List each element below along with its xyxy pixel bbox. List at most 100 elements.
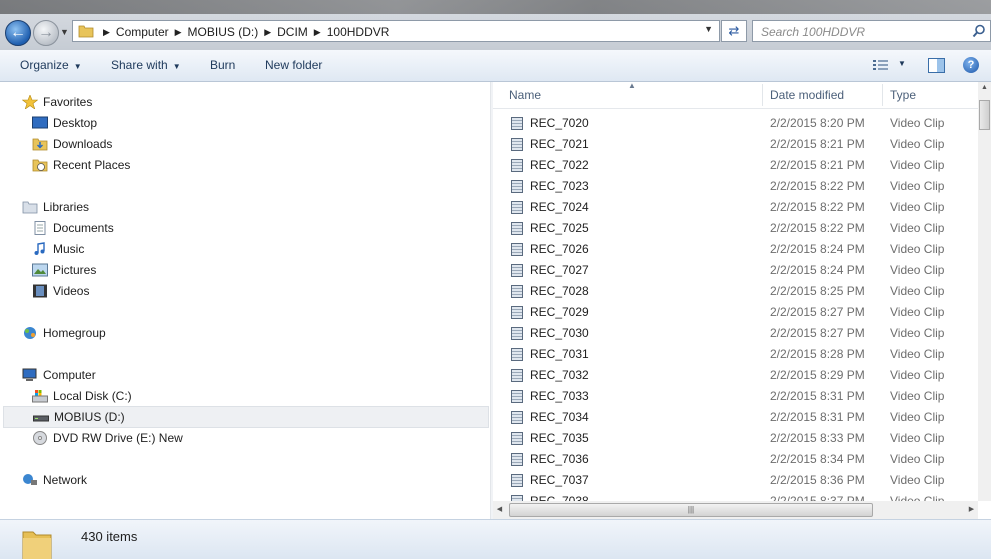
file-type: Video Clip <box>890 326 945 340</box>
table-row[interactable]: REC_7037 2/2/2015 8:36 PM Video Clip <box>493 470 978 491</box>
documents-icon <box>34 221 46 235</box>
table-row[interactable]: REC_7028 2/2/2015 8:25 PM Video Clip <box>493 281 978 302</box>
horizontal-scroll-thumb[interactable]: ||| <box>509 503 873 517</box>
organize-button[interactable]: Organize ▼ <box>20 58 82 72</box>
back-button[interactable]: ← <box>5 20 31 46</box>
file-date-modified: 2/2/2015 8:31 PM <box>770 410 865 424</box>
video-clip-icon <box>511 243 523 256</box>
vertical-scrollbar[interactable]: ▲ <box>978 82 991 501</box>
column-header-date-modified[interactable]: Date modified <box>770 88 844 102</box>
new-folder-button[interactable]: New folder <box>265 58 322 72</box>
file-type: Video Clip <box>890 431 945 445</box>
view-options-icon[interactable] <box>873 59 889 72</box>
video-clip-icon <box>511 411 523 424</box>
file-name: REC_7021 <box>530 137 589 151</box>
table-row[interactable]: REC_7035 2/2/2015 8:33 PM Video Clip <box>493 428 978 449</box>
column-divider[interactable] <box>762 84 763 106</box>
scroll-right-icon[interactable]: ▶ <box>965 505 978 513</box>
homegroup-icon <box>24 327 36 339</box>
table-row[interactable]: REC_7036 2/2/2015 8:34 PM Video Clip <box>493 449 978 470</box>
file-type: Video Clip <box>890 368 945 382</box>
breadcrumb-separator-icon[interactable]: ▶ <box>175 27 182 38</box>
file-date-modified: 2/2/2015 8:24 PM <box>770 263 865 277</box>
breadcrumb-mobius[interactable]: MOBIUS (D:) <box>188 25 259 39</box>
file-date-modified: 2/2/2015 8:34 PM <box>770 452 865 466</box>
videos-icon <box>33 284 47 298</box>
forward-button[interactable]: → <box>33 20 59 46</box>
removable-drive-icon <box>33 415 49 422</box>
star-icon <box>22 95 38 109</box>
file-date-modified: 2/2/2015 8:31 PM <box>770 389 865 403</box>
burn-button[interactable]: Burn <box>210 58 235 72</box>
file-date-modified: 2/2/2015 8:29 PM <box>770 368 865 382</box>
breadcrumb-separator-icon[interactable]: ▶ <box>314 27 321 38</box>
network-icon <box>23 474 37 485</box>
table-row[interactable]: REC_7034 2/2/2015 8:31 PM Video Clip <box>493 407 978 428</box>
file-type: Video Clip <box>890 263 945 277</box>
video-clip-icon <box>511 432 523 445</box>
scroll-left-icon[interactable]: ◀ <box>493 505 506 513</box>
navigation-pane: Favorites Desktop Downloads Recent Place… <box>0 82 490 519</box>
file-list: ▲ Name Date modified Type REC_7020 2/2/20… <box>493 82 991 519</box>
breadcrumb-separator-icon[interactable]: ▶ <box>103 27 110 38</box>
breadcrumb-100hddvr[interactable]: 100HDDVR <box>327 25 390 39</box>
table-row[interactable]: REC_7030 2/2/2015 8:27 PM Video Clip <box>493 323 978 344</box>
table-row[interactable]: REC_7031 2/2/2015 8:28 PM Video Clip <box>493 344 978 365</box>
nav-desktop-label: Desktop <box>53 116 98 130</box>
table-row[interactable]: REC_7032 2/2/2015 8:29 PM Video Clip <box>493 365 978 386</box>
help-icon[interactable]: ? <box>963 57 979 73</box>
column-header-type[interactable]: Type <box>890 88 916 102</box>
table-row[interactable]: REC_7025 2/2/2015 8:22 PM Video Clip <box>493 218 978 239</box>
file-name: REC_7033 <box>530 389 589 403</box>
nav-local-disk-label: Local Disk (C:) <box>53 389 132 403</box>
dvd-drive-icon <box>33 431 47 445</box>
sort-ascending-icon: ▲ <box>628 82 636 90</box>
video-clip-icon <box>511 453 523 466</box>
share-with-button[interactable]: Share with ▼ <box>111 58 181 72</box>
table-row[interactable]: REC_7022 2/2/2015 8:21 PM Video Clip <box>493 155 978 176</box>
recent-pages-dropdown[interactable]: ▼ <box>60 27 69 37</box>
chevron-down-icon: ▼ <box>73 62 82 71</box>
chevron-down-icon: ▼ <box>172 62 181 71</box>
refresh-button[interactable]: ⇄ <box>721 20 747 42</box>
breadcrumb-dcim[interactable]: DCIM <box>277 25 308 39</box>
file-name: REC_7025 <box>530 221 589 235</box>
file-type: Video Clip <box>890 452 945 466</box>
music-icon <box>34 242 45 255</box>
address-history-dropdown[interactable]: ▼ <box>704 24 713 34</box>
column-header-name[interactable]: Name <box>509 88 541 102</box>
scroll-up-icon[interactable]: ▲ <box>978 84 991 91</box>
horizontal-scrollbar[interactable]: ◀ ||| ▶ <box>493 501 978 519</box>
nav-mobius-drive[interactable]: MOBIUS (D:) <box>3 406 489 428</box>
table-row[interactable]: REC_7021 2/2/2015 8:21 PM Video Clip <box>493 134 978 155</box>
vertical-scroll-thumb[interactable] <box>979 100 990 130</box>
breadcrumb-separator-icon[interactable]: ▶ <box>264 27 271 38</box>
table-row[interactable]: REC_7020 2/2/2015 8:20 PM Video Clip <box>493 113 978 134</box>
table-row[interactable]: REC_7029 2/2/2015 8:27 PM Video Clip <box>493 302 978 323</box>
file-date-modified: 2/2/2015 8:22 PM <box>770 179 865 193</box>
file-type: Video Clip <box>890 179 945 193</box>
table-row[interactable]: REC_7027 2/2/2015 8:24 PM Video Clip <box>493 260 978 281</box>
file-name: REC_7031 <box>530 347 589 361</box>
file-type: Video Clip <box>890 389 945 403</box>
file-name: REC_7027 <box>530 263 589 277</box>
address-bar[interactable]: ▶ Computer ▶ MOBIUS (D:) ▶ DCIM ▶ 100HDD… <box>72 20 720 42</box>
file-type: Video Clip <box>890 200 945 214</box>
table-row[interactable]: REC_7024 2/2/2015 8:22 PM Video Clip <box>493 197 978 218</box>
search-input[interactable]: Search 100HDDVR <box>752 20 991 42</box>
file-name: REC_7023 <box>530 179 589 193</box>
view-dropdown-icon[interactable]: ▼ <box>898 59 906 68</box>
table-row[interactable]: REC_7023 2/2/2015 8:22 PM Video Clip <box>493 176 978 197</box>
file-name: REC_7035 <box>530 431 589 445</box>
column-divider[interactable] <box>882 84 883 106</box>
organize-label: Organize <box>20 58 69 72</box>
preview-pane-icon[interactable] <box>928 58 945 73</box>
file-name: REC_7028 <box>530 284 589 298</box>
nav-favorites-label: Favorites <box>43 95 93 109</box>
file-name: REC_7020 <box>530 116 589 130</box>
table-row[interactable]: REC_7033 2/2/2015 8:31 PM Video Clip <box>493 386 978 407</box>
file-name: REC_7026 <box>530 242 589 256</box>
breadcrumb-computer[interactable]: Computer <box>116 25 169 39</box>
table-row[interactable]: REC_7026 2/2/2015 8:24 PM Video Clip <box>493 239 978 260</box>
nav-computer-label: Computer <box>43 368 96 382</box>
